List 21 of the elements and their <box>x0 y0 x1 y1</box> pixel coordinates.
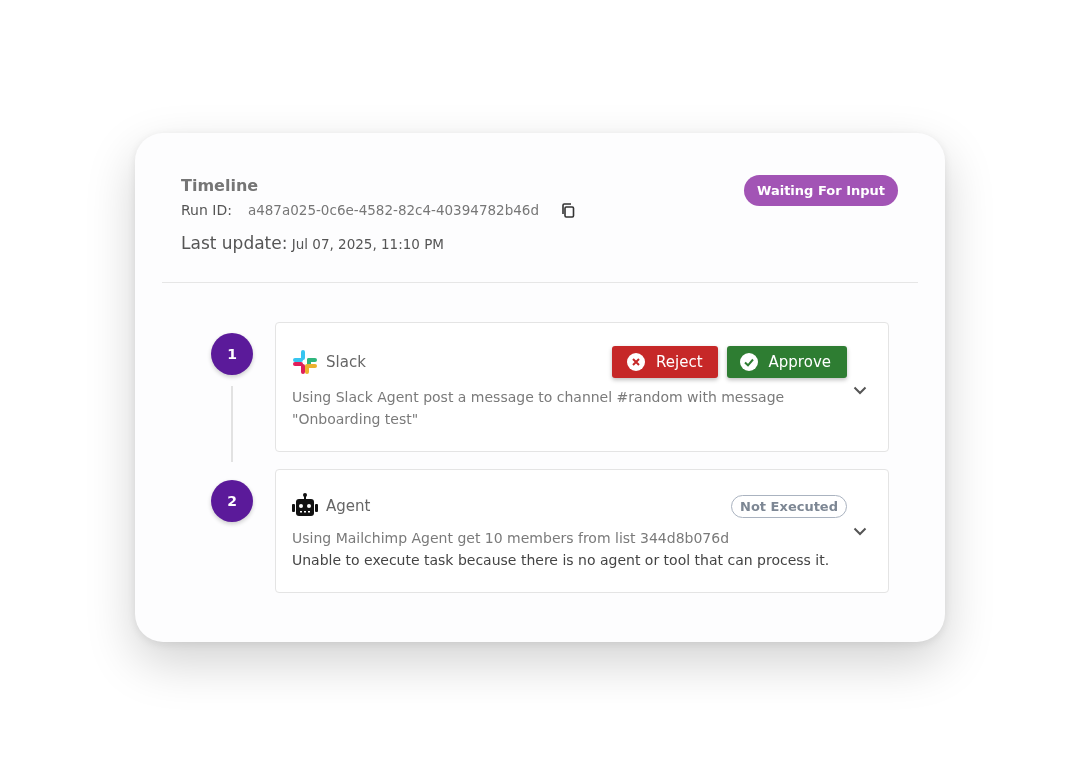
check-icon <box>739 353 758 371</box>
reject-button[interactable]: Reject <box>612 346 718 378</box>
step-number: 2 <box>211 480 253 522</box>
last-update-time: Jul 07, 2025, 11:10 PM <box>290 236 444 252</box>
chevron-icon[interactable] <box>853 527 867 536</box>
copy-icon[interactable] <box>561 202 575 218</box>
step-description: Using Slack Agent post a message to channel #random with message "Onboarding test" <box>292 388 786 429</box>
step-description: Using Mailchimp Agent get 10 members from list 344d8b076d <box>292 529 731 548</box>
app-name: Agent <box>326 497 371 515</box>
timeline-title: Timeline <box>181 175 260 197</box>
run-id: a487a025-0c6e-4582-82c4-40394782b46d <box>247 201 539 220</box>
status-badge: Waiting For Input <box>744 175 898 206</box>
step-number: 1 <box>211 333 253 375</box>
chevron-icon[interactable] <box>853 386 867 395</box>
error-message: Unable to execute task because there is no agent or tool that can process it. <box>292 551 830 570</box>
cross-icon <box>627 353 646 371</box>
robot-icon <box>292 493 318 519</box>
approve-button[interactable]: Approve <box>726 346 847 378</box>
app-name: Slack <box>326 353 366 371</box>
last-update-label: Last update: <box>181 233 288 253</box>
run-id-label: Run ID: <box>181 201 232 220</box>
